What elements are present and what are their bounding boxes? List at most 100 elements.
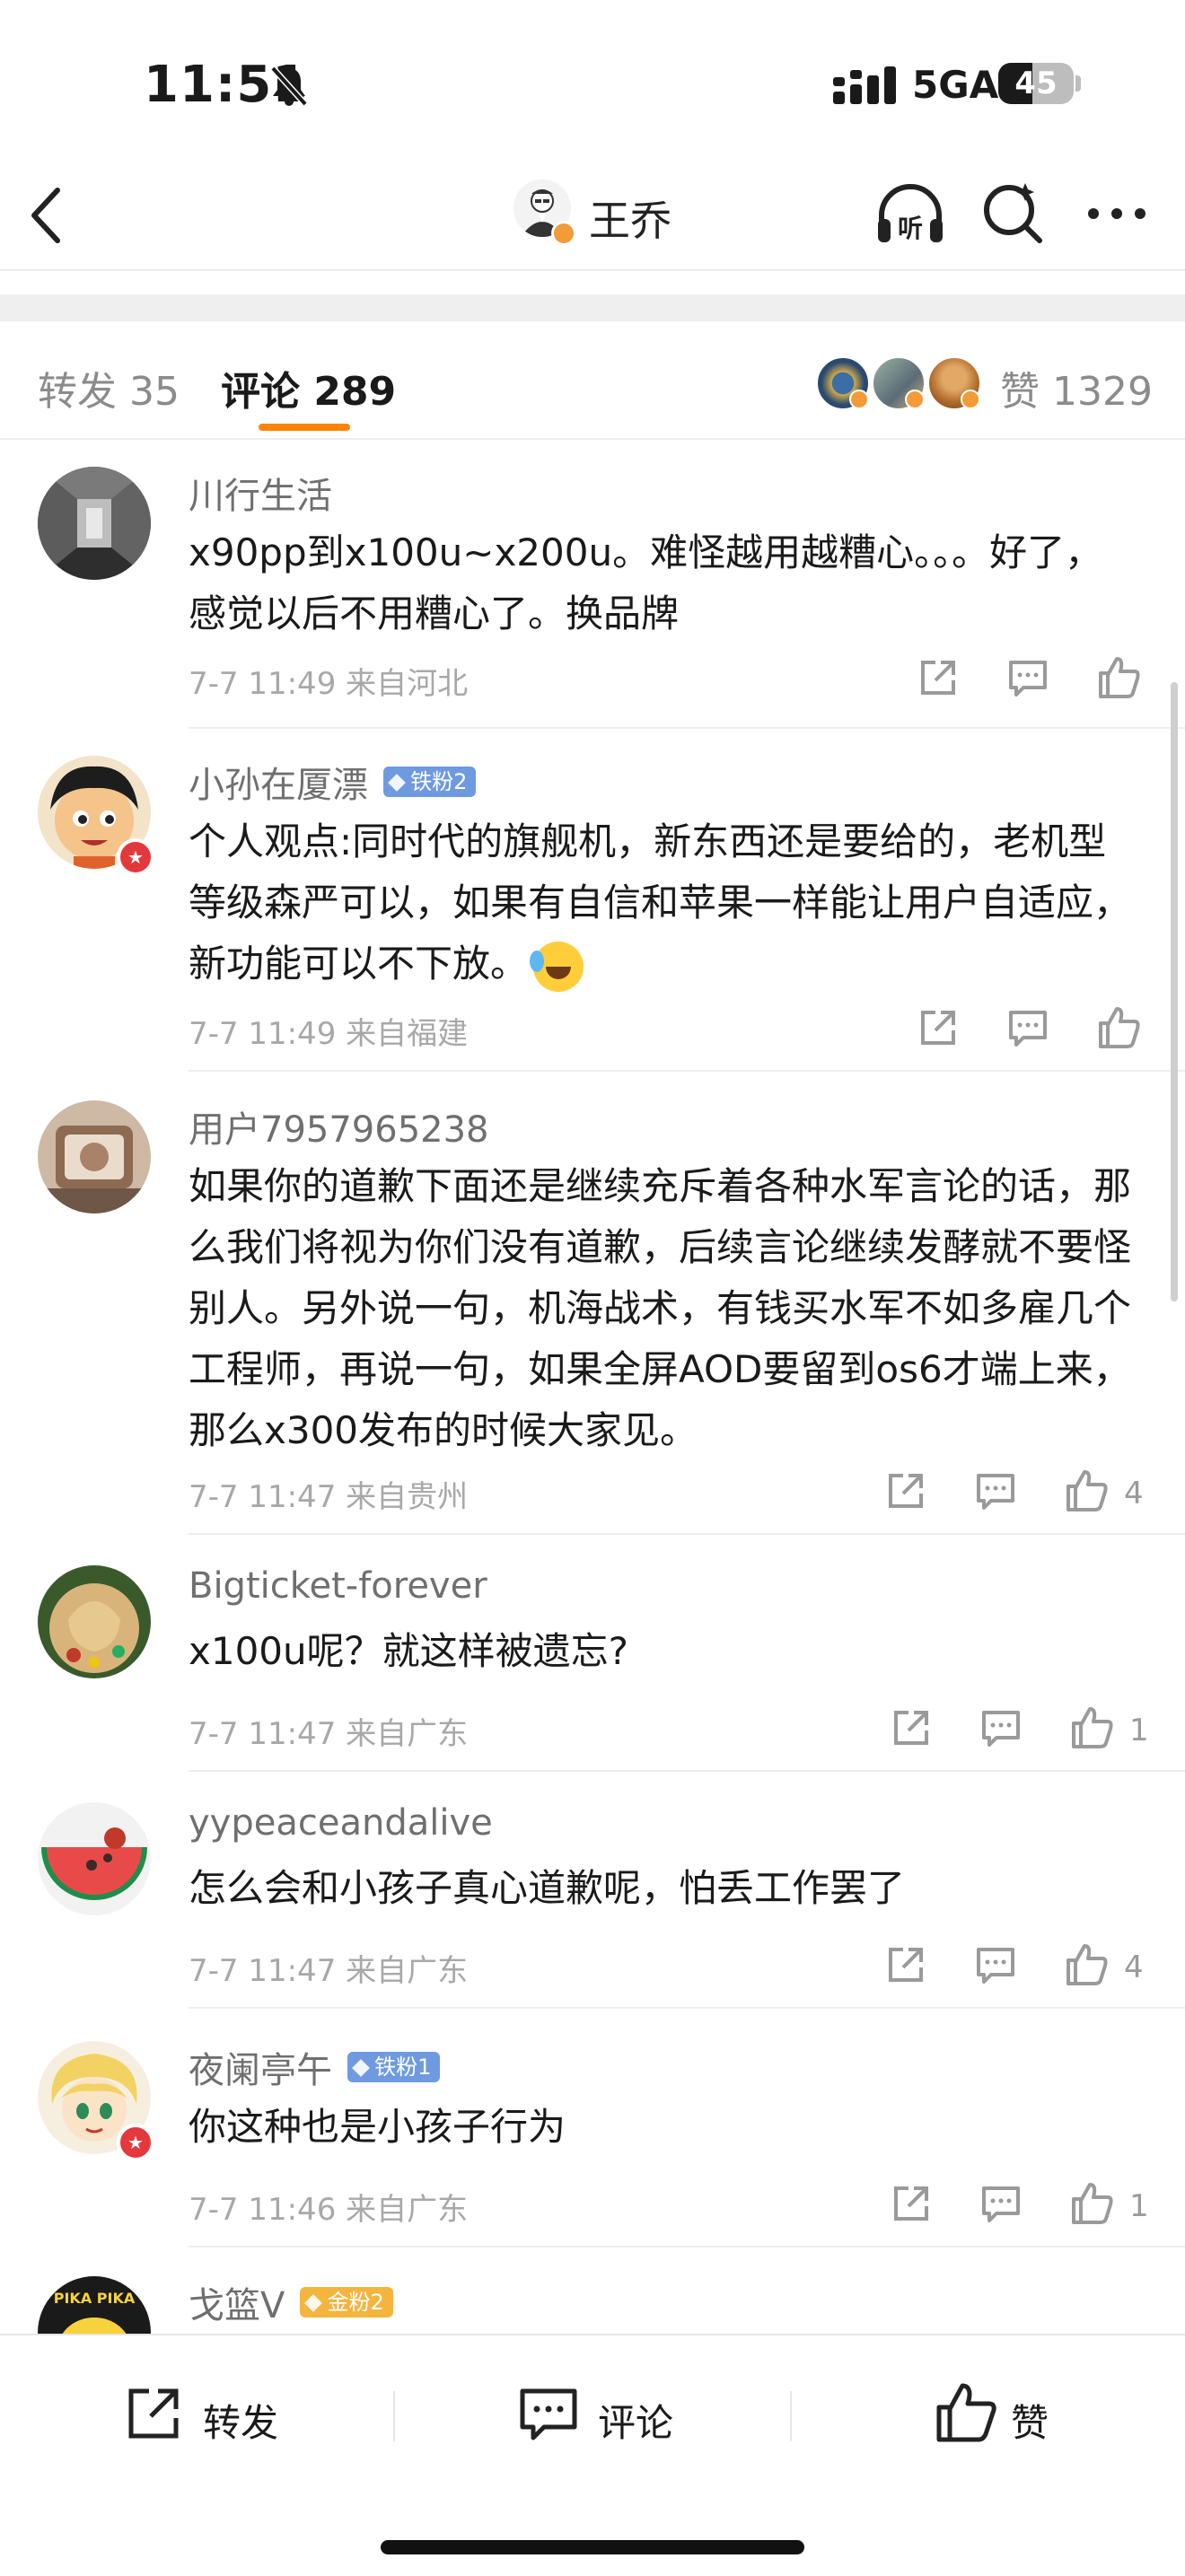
- comment-tabs: 转发 35 评论 289 赞 1329: [0, 321, 1185, 440]
- reply-icon[interactable]: [1005, 655, 1050, 700]
- share-icon[interactable]: [889, 2181, 934, 2226]
- share-icon[interactable]: [916, 655, 961, 700]
- username[interactable]: 小孙在厦漂: [189, 765, 368, 806]
- user-avatar[interactable]: [38, 1802, 151, 1915]
- comment-text: 怎么会和小孩子真心道歉呢，怕丢工作罢了: [189, 1866, 906, 1910]
- username[interactable]: 夜阑亭午: [189, 2050, 332, 2091]
- comment-divider: [189, 1533, 1185, 1535]
- avatar-image: [38, 1565, 151, 1678]
- tab-comments[interactable]: 评论 289: [221, 359, 396, 416]
- comment-meta: 7-7 11:49 来自河北: [189, 666, 469, 702]
- battery-indicator: 45: [998, 63, 1074, 104]
- active-tab-indicator: [259, 424, 350, 431]
- comment-divider: [189, 1770, 1185, 1772]
- comment-header: 川行生活: [189, 467, 332, 521]
- user-avatar[interactable]: PIKA PIKA: [38, 2276, 151, 2334]
- status-bar: 11:51 5GA 45: [0, 0, 1185, 162]
- like-button[interactable]: 赞: [934, 2382, 1077, 2454]
- like-count: 1: [1129, 2188, 1149, 2224]
- member-badge-icon: ★: [117, 2124, 154, 2161]
- section-divider: [0, 294, 1185, 321]
- comment-actions: [916, 1005, 1185, 1059]
- separator: [393, 2391, 395, 2441]
- comment-text: 个人观点:同时代的旗舰机，新东西还是要给的，老机型等级森严可以，如果有自信和苹果…: [189, 811, 1140, 994]
- reply-icon[interactable]: [1005, 1005, 1050, 1050]
- like-icon[interactable]: [1068, 2181, 1115, 2226]
- signal-icon: [833, 66, 896, 104]
- gem-icon: [352, 2059, 370, 2077]
- verified-badge: [905, 390, 925, 409]
- thumbs-up-icon: [936, 2383, 996, 2442]
- share-icon[interactable]: [883, 1942, 928, 1987]
- listen-icon[interactable]: 听: [873, 178, 948, 253]
- avatar-image: [38, 1802, 151, 1915]
- more-icon[interactable]: [1084, 187, 1149, 241]
- fan-badge: 金粉2: [300, 2287, 393, 2318]
- gem-icon: [388, 774, 406, 792]
- like-icon[interactable]: [1068, 1705, 1115, 1750]
- avatar-image: PIKA PIKA: [38, 2276, 151, 2334]
- comment-text: x100u呢？就这样被遗忘?: [189, 1629, 628, 1673]
- username[interactable]: 川行生活: [189, 476, 332, 517]
- comment-meta: 7-7 11:47 来自贵州: [189, 1479, 469, 1515]
- fan-badge-label: 铁粉1: [374, 2055, 432, 2080]
- comment-meta: 7-7 11:47 来自广东: [189, 1716, 469, 1752]
- comment-actions: 4: [883, 1468, 1185, 1522]
- share-icon[interactable]: [883, 1468, 928, 1513]
- repost-label: 转发: [203, 2401, 279, 2445]
- comment-actions: 1: [889, 1705, 1185, 1759]
- avatar-image: [38, 1100, 151, 1214]
- tab-reposts[interactable]: 转发 35: [38, 359, 180, 416]
- back-icon[interactable]: [27, 181, 66, 250]
- comment-actions: [916, 655, 1185, 709]
- comment-divider: [189, 727, 1185, 729]
- member-badge-icon: ★: [117, 838, 154, 876]
- gem-icon: [304, 2294, 323, 2312]
- scrollbar[interactable]: [1171, 682, 1178, 1301]
- search-icon[interactable]: [980, 180, 1049, 248]
- username[interactable]: 戈篮V: [189, 2285, 285, 2326]
- reply-icon[interactable]: [979, 2181, 1023, 2226]
- avatar-image: [38, 467, 151, 580]
- comment-actions: 1: [889, 2181, 1185, 2235]
- repost-icon: [128, 2388, 179, 2439]
- comment-header: yypeaceandalive: [189, 1802, 493, 1856]
- username[interactable]: yypeaceandalive: [189, 1802, 493, 1844]
- comment-divider: [189, 2246, 1185, 2247]
- comment-meta: 7-7 11:47 来自广东: [189, 1953, 469, 1989]
- like-count: 1: [1129, 1713, 1149, 1748]
- like-icon[interactable]: [1063, 1468, 1110, 1513]
- comment-meta: 7-7 11:46 来自广东: [189, 2192, 469, 2228]
- bell-slash-icon: [270, 66, 308, 107]
- home-indicator[interactable]: [381, 2540, 804, 2554]
- svg-text:PIKA PIKA: PIKA PIKA: [54, 2290, 136, 2307]
- nav-bar: 王乔 听: [0, 162, 1185, 271]
- user-avatar[interactable]: [38, 1100, 151, 1214]
- comment-header: Bigticket-forever: [189, 1565, 487, 1619]
- comment-header: 夜阑亭午 铁粉1: [189, 2041, 441, 2095]
- user-avatar[interactable]: [38, 467, 151, 580]
- network-label: 5GA: [912, 63, 999, 107]
- username[interactable]: 用户7957965238: [189, 1109, 489, 1151]
- comment-button[interactable]: 评论: [517, 2382, 697, 2454]
- share-icon[interactable]: [889, 1705, 934, 1750]
- like-icon[interactable]: [1063, 1942, 1110, 1987]
- fan-badge-label: 铁粉2: [410, 769, 468, 794]
- comment-actions: 4: [883, 1942, 1185, 1996]
- bottom-action-bar: 转发 评论 赞: [0, 2334, 1185, 2576]
- reply-icon[interactable]: [979, 1705, 1023, 1750]
- repost-button[interactable]: 转发: [122, 2382, 302, 2454]
- user-avatar[interactable]: [38, 1565, 151, 1678]
- like-icon[interactable]: [1095, 655, 1142, 700]
- like-count: 4: [1124, 1950, 1144, 1985]
- comment-item: PIKA PIKA 戈篮V 金粉2: [0, 2276, 1185, 2334]
- battery-level: 45: [1014, 66, 1058, 101]
- listen-label: 听: [898, 214, 923, 243]
- tab-likes[interactable]: 赞 1329: [1000, 359, 1153, 416]
- share-icon[interactable]: [916, 1005, 961, 1050]
- comment-header: 小孙在厦漂 铁粉2: [189, 756, 477, 810]
- reply-icon[interactable]: [973, 1468, 1018, 1513]
- username[interactable]: Bigticket-forever: [189, 1565, 487, 1607]
- like-icon[interactable]: [1095, 1005, 1142, 1050]
- reply-icon[interactable]: [973, 1942, 1018, 1987]
